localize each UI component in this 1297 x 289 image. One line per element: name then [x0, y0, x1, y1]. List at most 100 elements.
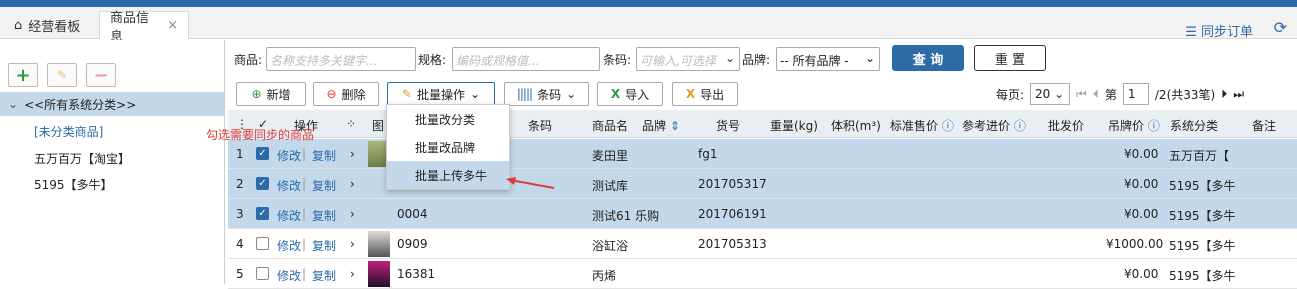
copy-link[interactable]: 复制 [312, 267, 336, 284]
delete-category-button[interactable]: − [86, 63, 116, 87]
brand-select-value: -- 所有品牌 - [780, 54, 849, 68]
edit-icon: ✎ [401, 87, 412, 101]
row-checkbox[interactable] [256, 267, 269, 280]
page-number-input[interactable]: 1 [1122, 83, 1149, 105]
menu-item-batch-category[interactable]: 批量改分类 [387, 105, 509, 133]
edit-link[interactable]: 修改 [277, 177, 301, 194]
prev-page-icon[interactable]: ⏴ [1093, 87, 1099, 102]
row-sku: 201705317 [698, 177, 767, 191]
refresh-icon[interactable]: ⟳ [1274, 18, 1287, 37]
expand-icon[interactable]: › [350, 267, 355, 281]
tab-home-label: 经营看板 [28, 19, 81, 35]
barcode-search-input[interactable]: 可输入,可选择 ⌄ [636, 47, 740, 71]
sync-orders-link[interactable]: ☰ 同步订单 [1185, 21, 1253, 40]
table-row[interactable]: 4 修改 | 复制 › 0909 浴缸浴 201705313 ¥1000.00 … [228, 229, 1297, 259]
barcode-search-placeholder: 可输入,可选择 [640, 54, 716, 68]
copy-link[interactable]: 复制 [312, 207, 336, 224]
delete-button-label: 删除 [341, 87, 366, 102]
close-icon[interactable]: × [167, 18, 178, 33]
export-button-label: 导出 [700, 87, 725, 102]
col-std-price-label: 标准售价 [890, 119, 939, 133]
barcode-icon: ||||| [516, 87, 533, 101]
import-button[interactable]: X 导入 [597, 82, 663, 106]
row-barcode: 0909 [397, 237, 428, 251]
last-page-icon[interactable]: ⏭ [1233, 87, 1244, 102]
product-thumbnail[interactable] [368, 231, 390, 257]
spec-search-input[interactable]: 编码或规格值... [452, 47, 600, 71]
delete-button[interactable]: ⊖ 删除 [313, 82, 379, 106]
tree-root[interactable]: ⌄ <<所有系统分类>> [0, 92, 224, 116]
chevron-down-icon: ⌄ [864, 51, 875, 65]
per-page-value: 20 [1035, 87, 1051, 101]
col-barcode: 条码 [528, 119, 553, 133]
tree-item-taobao[interactable]: 五万百万【淘宝】 [34, 150, 130, 167]
batch-operation-button[interactable]: ✎ 批量操作 ⌄ [387, 82, 495, 106]
row-name: 测试61 乐购 [592, 209, 660, 223]
chevron-down-icon: ⌄ [8, 97, 19, 111]
expand-icon[interactable]: › [350, 207, 355, 221]
reset-button[interactable]: 重 置 [974, 45, 1046, 71]
add-button[interactable]: ⊕ 新增 [236, 82, 306, 106]
row-checkbox[interactable]: ✓ [256, 147, 269, 160]
goods-label: 商品: [234, 53, 263, 67]
row-number: 4 [236, 237, 244, 251]
tab-home[interactable]: ⌂ 经营看板 [4, 11, 96, 39]
edit-link[interactable]: 修改 [277, 147, 301, 164]
separator: | [302, 207, 307, 221]
first-page-icon[interactable]: ⏮ [1076, 87, 1087, 102]
edit-link[interactable]: 修改 [277, 237, 301, 254]
brand-select[interactable]: -- 所有品牌 - ⌄ [776, 47, 880, 71]
row-checkbox[interactable] [256, 237, 269, 250]
row-barcode: 0004 [397, 207, 428, 221]
table-row[interactable]: 5 修改 | 复制 › 16381 丙烯 ¥0.00 5195【多牛 [228, 259, 1297, 289]
row-checkbox[interactable]: ✓ [256, 207, 269, 220]
col-brand[interactable]: 品牌 ⇕ [642, 117, 680, 134]
separator: | [302, 177, 307, 191]
row-checkbox[interactable]: ✓ [256, 177, 269, 190]
col-sku: 货号 [716, 119, 741, 133]
expand-icon[interactable]: › [350, 237, 355, 251]
export-button[interactable]: X 导出 [672, 82, 738, 106]
separator: | [302, 147, 307, 161]
product-thumbnail[interactable] [368, 261, 390, 287]
barcode-label: 条码: [603, 53, 632, 67]
edit-link[interactable]: 修改 [277, 267, 301, 284]
add-button-label: 新增 [266, 87, 291, 102]
copy-link[interactable]: 复制 [312, 237, 336, 254]
tree-item-duoniu[interactable]: 5195【多牛】 [34, 176, 113, 193]
chevron-down-icon: ⌄ [566, 87, 577, 101]
row-sku: 201705313 [698, 237, 767, 251]
row-number: 3 [236, 207, 244, 221]
col-volume: 体积(m³) [831, 119, 881, 133]
row-category: 5195【多牛 [1169, 179, 1236, 193]
expand-icon[interactable]: › [350, 177, 355, 191]
menu-item-batch-brand[interactable]: 批量改品牌 [387, 133, 509, 161]
barcode-button-label: 条码 [537, 87, 562, 102]
copy-link[interactable]: 复制 [312, 147, 336, 164]
add-category-button[interactable]: + [8, 63, 38, 87]
goods-search-input[interactable]: 名称支持多关键字... [266, 47, 416, 71]
edit-link[interactable]: 修改 [277, 207, 301, 224]
list-icon: ☰ [1185, 25, 1197, 40]
per-page-select[interactable]: 20 ⌄ [1030, 83, 1071, 105]
col-weight: 重量(kg) [770, 119, 818, 133]
col-category: 系统分类 [1170, 119, 1219, 133]
tree-item-uncategorized[interactable]: [未分类商品] [34, 123, 103, 140]
row-category: 五万百万【 [1169, 149, 1230, 163]
home-icon: ⌂ [14, 17, 23, 33]
copy-link[interactable]: 复制 [312, 177, 336, 194]
barcode-button[interactable]: ||||| 条码 ⌄ [504, 82, 589, 106]
col-name: 商品名 [592, 119, 629, 133]
row-name: 测试库 [592, 179, 629, 193]
row-category: 5195【多牛 [1169, 269, 1236, 283]
next-page-icon[interactable]: ⏵ [1221, 87, 1227, 102]
tab-goods-info[interactable]: 商品信息 × [99, 11, 189, 45]
batch-operation-label: 批量操作 [416, 87, 465, 102]
expand-icon[interactable]: › [350, 147, 355, 161]
row-tag-price: ¥0.00 [1124, 207, 1159, 221]
spec-label: 规格: [418, 53, 447, 67]
query-button[interactable]: 查 询 [892, 45, 964, 71]
edit-category-button[interactable]: ✎ [47, 63, 77, 87]
table-row[interactable]: 3 ✓ 修改 | 复制 › 0004 测试61 乐购 201706191 ¥0.… [228, 199, 1297, 229]
menu-item-batch-upload-duoniu[interactable]: 批量上传多牛 [387, 161, 509, 189]
